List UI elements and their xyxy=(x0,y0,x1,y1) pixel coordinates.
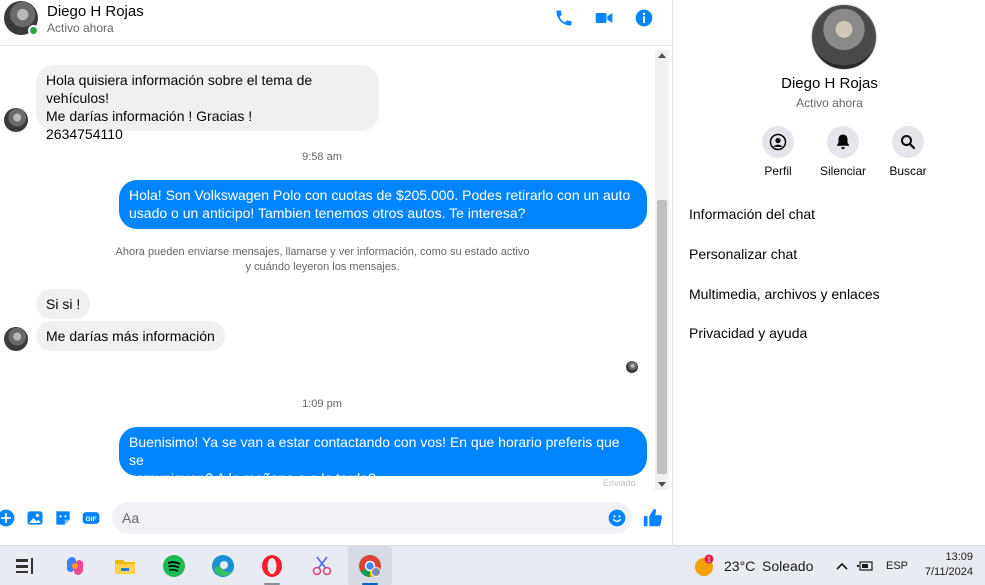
notice-line: y cuándo leyeron los mensajes. xyxy=(245,261,400,273)
outgoing-message[interactable]: Buenisimo! Ya se van a estar contactando… xyxy=(119,427,647,486)
message-line: Hola! Son Volkswagen Polo con cuotas de … xyxy=(129,187,631,203)
message-line: comuniquen? A la mañana o a la tarde? xyxy=(129,470,376,486)
message-composer: GIF xyxy=(0,500,672,540)
message-line: Buenisimo! Ya se van a estar contactando… xyxy=(129,434,620,468)
weather-temperature[interactable]: 23°C xyxy=(724,558,755,574)
gif-icon[interactable]: GIF xyxy=(81,508,101,528)
system-notice: Ahora pueden enviarse mensajes, llamarse… xyxy=(100,245,545,275)
phone-icon[interactable] xyxy=(554,8,574,28)
message-line: Me darías información ! Gracias ! xyxy=(46,108,253,124)
sticker-icon[interactable] xyxy=(53,508,73,528)
profile-button[interactable]: Perfil xyxy=(748,126,808,178)
language-indicator[interactable]: ESP xyxy=(886,560,908,572)
search-label: Buscar xyxy=(889,164,927,178)
incoming-message[interactable]: Si si ! xyxy=(36,289,91,319)
incoming-message[interactable]: Me darías más información xyxy=(36,321,225,351)
weather-badge: 1 xyxy=(707,557,711,564)
profile-avatar[interactable] xyxy=(811,4,877,70)
mute-label: Silenciar xyxy=(819,164,867,178)
chat-info-panel: Diego H Rojas Activo ahora Perfil Silenc… xyxy=(672,0,985,545)
message-line: 2634754110 xyxy=(46,126,123,142)
opera-browser-icon[interactable] xyxy=(259,553,285,579)
photo-icon[interactable] xyxy=(25,508,45,528)
contact-avatar[interactable] xyxy=(4,1,39,36)
file-explorer-icon[interactable] xyxy=(112,553,138,579)
copilot-icon[interactable] xyxy=(62,553,88,579)
contact-status: Activo ahora xyxy=(47,21,114,35)
menu-chat-info[interactable]: Información del chat xyxy=(689,206,815,222)
clock-date: 7/11/2024 xyxy=(924,566,973,578)
message-thread[interactable]: Hola quisiera información sobre el tema … xyxy=(0,47,672,493)
sent-status: Enviado xyxy=(603,478,636,488)
message-input[interactable] xyxy=(112,502,632,534)
timestamp: 9:58 am xyxy=(302,151,342,163)
chrome-browser-icon[interactable] xyxy=(357,553,383,579)
mute-button[interactable]: Silenciar xyxy=(813,126,873,178)
outgoing-message[interactable]: Hola! Son Volkswagen Polo con cuotas de … xyxy=(119,180,647,229)
message-line: usado o un anticipo! Tambien tenemos otr… xyxy=(129,205,526,221)
windows-taskbar: 1 23°C Soleado ESP 13:09 7/11/2024 xyxy=(0,545,985,585)
messenger-window: Diego H Rojas Activo ahora Hola quisiera… xyxy=(0,0,985,585)
system-clock[interactable]: 13:09 7/11/2024 xyxy=(925,550,973,580)
seen-indicator xyxy=(626,361,638,373)
video-call-icon[interactable] xyxy=(594,8,614,28)
weather-sun-icon[interactable]: 1 xyxy=(692,554,716,578)
info-icon[interactable] xyxy=(634,8,654,28)
plus-icon[interactable] xyxy=(0,508,16,528)
task-view-icon[interactable] xyxy=(12,553,38,579)
panel-contact-name: Diego H Rojas xyxy=(781,75,878,92)
menu-media-files-links[interactable]: Multimedia, archivos y enlaces xyxy=(689,286,880,302)
emoji-icon[interactable] xyxy=(607,508,627,528)
profile-label: Perfil xyxy=(764,164,792,178)
incoming-message[interactable]: Hola quisiera información sobre el tema … xyxy=(36,65,379,142)
chat-scrollbar[interactable] xyxy=(655,50,669,490)
panel-contact-status: Activo ahora xyxy=(796,96,863,110)
spotify-icon[interactable] xyxy=(161,553,187,579)
search-button[interactable]: Buscar xyxy=(878,126,938,178)
edge-browser-icon[interactable] xyxy=(210,553,236,579)
snipping-tool-icon[interactable] xyxy=(309,553,335,579)
gif-label: GIF xyxy=(85,516,96,523)
scroll-up-icon[interactable] xyxy=(658,53,666,58)
sender-avatar[interactable] xyxy=(4,108,28,132)
clock-time: 13:09 xyxy=(945,551,973,563)
thumbs-up-icon[interactable] xyxy=(642,507,664,529)
chat-header: Diego H Rojas Activo ahora xyxy=(0,0,672,46)
search-icon xyxy=(901,135,916,150)
sender-avatar[interactable] xyxy=(4,327,28,351)
message-line: Hola quisiera información sobre el tema … xyxy=(46,72,313,106)
menu-customize-chat[interactable]: Personalizar chat xyxy=(689,246,797,262)
online-indicator xyxy=(28,25,39,36)
menu-privacy-help[interactable]: Privacidad y ayuda xyxy=(689,325,807,341)
chevron-up-icon[interactable] xyxy=(834,558,850,574)
timestamp: 1:09 pm xyxy=(302,398,342,410)
notice-line: Ahora pueden enviarse mensajes, llamarse… xyxy=(115,246,530,258)
weather-condition[interactable]: Soleado xyxy=(762,558,813,574)
scroll-thumb[interactable] xyxy=(657,200,667,474)
bell-icon xyxy=(837,134,849,150)
scroll-down-icon[interactable] xyxy=(658,482,666,487)
profile-icon xyxy=(769,133,787,151)
contact-name[interactable]: Diego H Rojas xyxy=(47,3,144,20)
battery-network-icon[interactable] xyxy=(856,557,874,575)
